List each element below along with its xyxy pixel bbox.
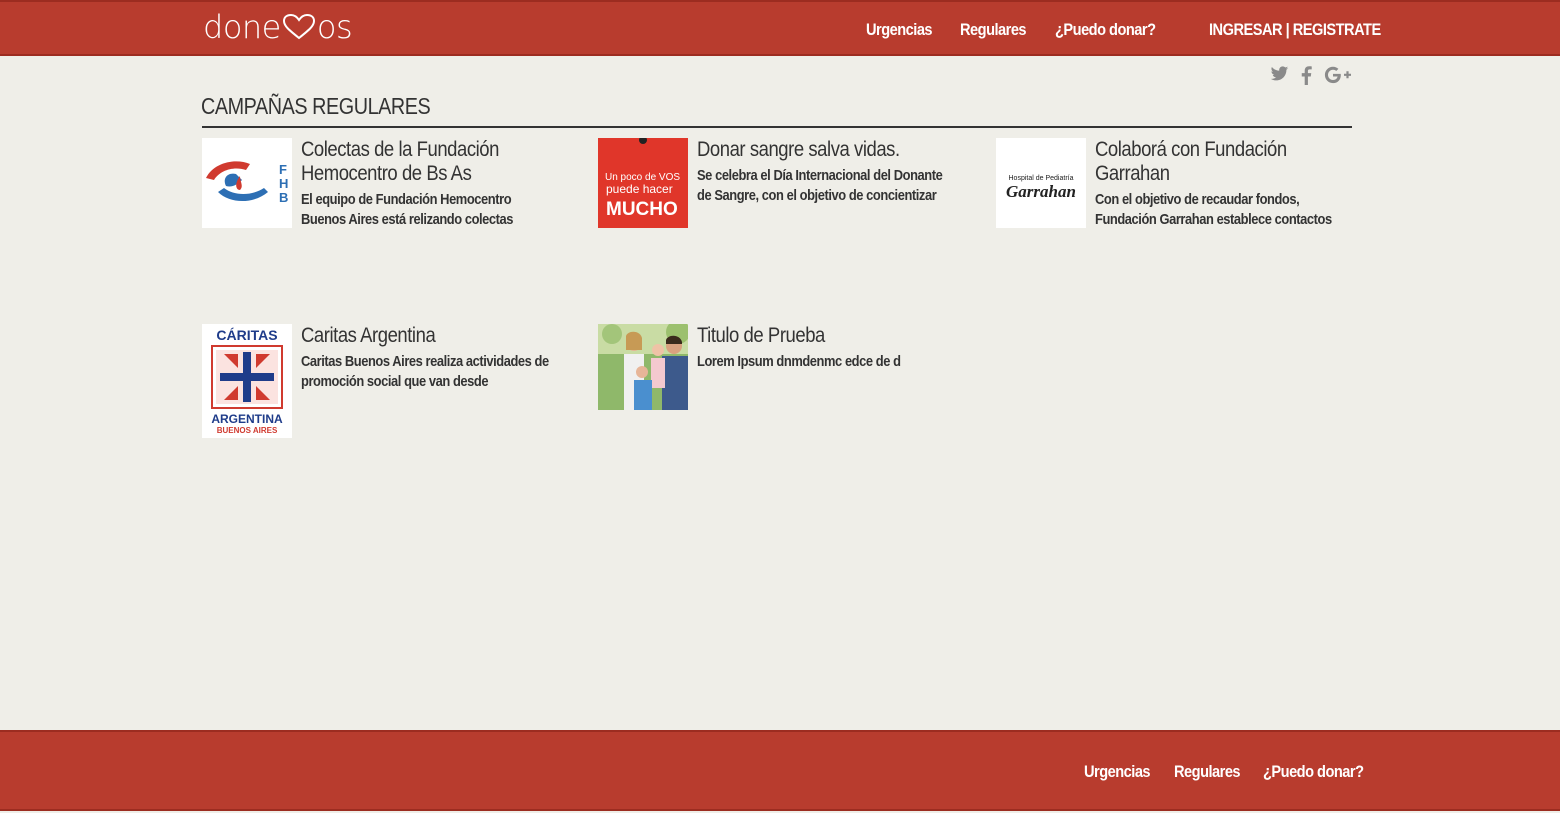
logo-line-3: MUCHO [606, 199, 678, 220]
logo-text-right: os [316, 8, 353, 46]
nav-urgencias[interactable]: Urgencias [866, 20, 933, 40]
donemos-logo[interactable]: done os [203, 8, 353, 46]
login-link[interactable]: INGRESAR [1209, 20, 1283, 39]
nav-puedo-donar-link[interactable]: ¿Puedo donar? [1055, 20, 1156, 39]
caritas-line-3: BUENOS AIRES [217, 426, 278, 435]
nav-urgencias-link[interactable]: Urgencias [866, 20, 933, 39]
campaign-title[interactable]: Colectas de la Fundación Hemocentro de B… [301, 138, 565, 186]
campaign-description: Con el objetivo de recaudar fondos, Fund… [1095, 191, 1332, 228]
campaign-title[interactable]: Donar sangre salva vidas. [697, 138, 961, 162]
section-divider [202, 126, 1352, 128]
campaign-logo-caritas: CÁRITAS ARGENTINA BUENOS AIRES [202, 324, 292, 438]
fhb-letter-f: F [279, 162, 287, 177]
nav-regulares[interactable]: Regulares [960, 20, 1027, 40]
footer-nav-puedo-donar[interactable]: ¿Puedo donar? [1263, 762, 1364, 782]
google-plus-icon[interactable] [1324, 66, 1352, 91]
caritas-line-1: CÁRITAS [216, 327, 277, 343]
top-navbar: done os Urgencias Regulares ¿Puedo donar… [0, 0, 1560, 56]
caritas-line-2: ARGENTINA [211, 412, 283, 426]
campaign-logo-un-poco-de-vos: Un poco de VOS puede hacer MUCHO [598, 138, 688, 228]
section-title: CAMPAÑAS REGULARES [201, 93, 431, 119]
campaign-photo-family [598, 324, 688, 410]
campaign-title[interactable]: Colaborá con Fundación Garrahan [1095, 138, 1359, 186]
facebook-icon[interactable] [1301, 66, 1312, 91]
campaign-description: El equipo de Fundación Hemocentro Buenos… [301, 191, 514, 228]
nav-puedo-donar[interactable]: ¿Puedo donar? [1055, 20, 1156, 40]
auth-links: INGRESAR | REGISTRATE [1209, 20, 1381, 40]
campaign-title[interactable]: Caritas Argentina [301, 324, 565, 348]
heart-icon [282, 13, 315, 40]
campaign-description: Caritas Buenos Aires realiza actividades… [301, 353, 549, 390]
footer: Urgencias Regulares ¿Puedo donar? [0, 730, 1560, 811]
garrahan-line-2: Garrahan [1006, 182, 1076, 201]
campaign-logo-fhb: F H B [202, 138, 292, 228]
footer-nav-urgencias[interactable]: Urgencias [1084, 762, 1151, 782]
garrahan-line-1: Hospital de Pediatría [1009, 175, 1074, 182]
nav-regulares-link[interactable]: Regulares [960, 20, 1027, 39]
campaign-title[interactable]: Titulo de Prueba [697, 324, 961, 348]
logo-line-2: puede hacer [606, 182, 673, 196]
footer-nav-regulares[interactable]: Regulares [1174, 762, 1241, 782]
campaign-description: Lorem Ipsum dnmdenmc edce de d [697, 353, 901, 370]
social-links [1270, 66, 1352, 91]
auth-separator: | [1285, 20, 1290, 39]
campaign-description: Se celebra el Día Internacional del Dona… [697, 167, 943, 204]
campaign-logo-garrahan: Hospital de Pediatría Garrahan [996, 138, 1086, 228]
fhb-letter-b: B [279, 190, 288, 205]
fhb-letter-h: H [279, 176, 288, 191]
twitter-icon[interactable] [1270, 66, 1289, 91]
register-link[interactable]: REGISTRATE [1293, 20, 1382, 39]
logo-text-left: done [203, 8, 281, 46]
